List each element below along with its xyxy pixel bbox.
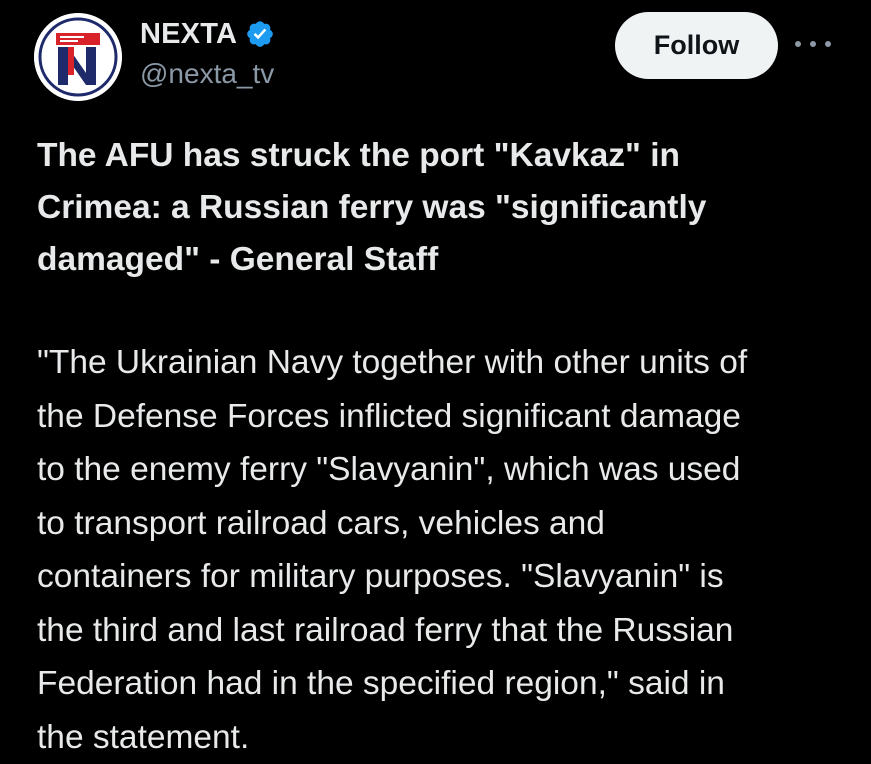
nexta-logo-icon <box>34 13 122 101</box>
post-title: The AFU has struck the port "Kavkaz" in … <box>37 137 707 278</box>
author-info: NEXTA @nexta_tv <box>140 16 275 90</box>
more-dot <box>795 41 801 47</box>
more-dot <box>825 41 831 47</box>
avatar[interactable] <box>34 13 122 101</box>
name-row: NEXTA <box>140 16 275 52</box>
follow-button[interactable]: Follow <box>615 12 778 79</box>
display-name[interactable]: NEXTA <box>140 18 237 51</box>
more-dot <box>810 41 816 47</box>
post-body: "The Ukrainian Navy together with other … <box>37 344 748 756</box>
tweet-card: NEXTA @nexta_tv Follow The AFU has struc… <box>0 0 871 756</box>
more-options-icon[interactable] <box>795 32 831 56</box>
user-handle[interactable]: @nexta_tv <box>140 58 275 90</box>
verified-badge-icon <box>247 21 273 47</box>
